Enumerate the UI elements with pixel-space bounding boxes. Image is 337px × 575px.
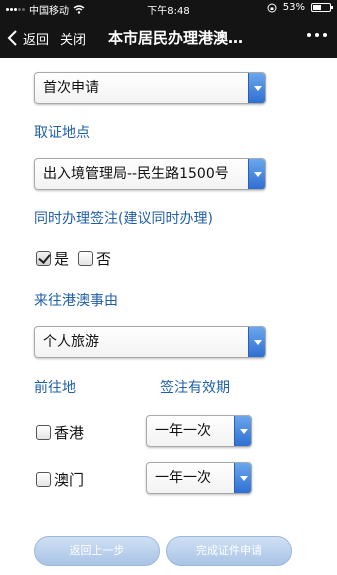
nav-bar: 返回 关闭 本市居民办理港澳… xyxy=(0,18,337,58)
form-content: 首次申请 取证地点 出入境管理局--民生路1500号 同时办理签注(建议同时办理… xyxy=(0,58,337,575)
back-step-button[interactable]: 返回上一步 xyxy=(34,536,160,566)
destination-macau-checkbox[interactable] xyxy=(36,472,51,487)
back-button[interactable]: 返回 xyxy=(6,18,49,58)
destination-macau-label: 澳门 xyxy=(54,471,85,489)
travel-reason-value: 个人旅游 xyxy=(43,334,99,350)
travel-reason-select[interactable]: 个人旅游 xyxy=(34,326,266,358)
macau-validity-select[interactable]: 一年一次 xyxy=(146,462,252,494)
visa-yes-checkbox[interactable] xyxy=(36,251,51,266)
visa-no-option[interactable]: 否 xyxy=(78,248,111,269)
status-right: 53% xyxy=(267,2,333,13)
pickup-location-label: 取证地点 xyxy=(34,125,90,141)
submit-application-button[interactable]: 完成证件申请 xyxy=(166,536,292,566)
destination-hongkong-option[interactable]: 香港 xyxy=(36,422,84,443)
macau-validity-value: 一年一次 xyxy=(155,470,211,486)
status-bar: 中国移动 下午8:48 53% xyxy=(0,0,337,18)
visa-no-checkbox[interactable] xyxy=(78,251,93,266)
chevron-down-icon xyxy=(248,73,265,103)
validity-header: 签注有效期 xyxy=(160,380,230,396)
visa-yes-option[interactable]: 是 xyxy=(36,248,69,269)
back-label: 返回 xyxy=(23,32,50,48)
destination-hongkong-checkbox[interactable] xyxy=(36,425,51,440)
pickup-location-value: 出入境管理局--民生路1500号 xyxy=(43,166,229,182)
apply-type-select[interactable]: 首次申请 xyxy=(34,72,266,104)
pickup-location-select[interactable]: 出入境管理局--民生路1500号 xyxy=(34,158,266,190)
destination-macau-option[interactable]: 澳门 xyxy=(36,469,84,490)
travel-reason-label: 来往港澳事由 xyxy=(34,293,118,309)
hongkong-validity-value: 一年一次 xyxy=(155,423,211,439)
orientation-lock-icon xyxy=(267,3,277,12)
visa-yes-label: 是 xyxy=(54,250,70,268)
chevron-down-icon xyxy=(248,327,265,357)
chevron-down-icon xyxy=(234,416,251,446)
close-button[interactable]: 关闭 xyxy=(60,18,86,58)
more-dots-icon[interactable] xyxy=(307,33,327,37)
visa-no-label: 否 xyxy=(96,250,112,268)
visa-option-label: 同时办理签注(建议同时办理) xyxy=(34,211,213,227)
chevron-down-icon xyxy=(234,463,251,493)
battery-percent: 53% xyxy=(282,2,305,13)
apply-type-value: 首次申请 xyxy=(43,80,99,96)
destination-header: 前往地 xyxy=(34,380,76,396)
hongkong-validity-select[interactable]: 一年一次 xyxy=(146,415,252,447)
chevron-down-icon xyxy=(248,159,265,189)
destination-hongkong-label: 香港 xyxy=(54,424,85,442)
chevron-left-icon xyxy=(7,30,17,46)
page-title: 本市居民办理港澳… xyxy=(108,29,244,47)
battery-icon xyxy=(311,3,333,12)
